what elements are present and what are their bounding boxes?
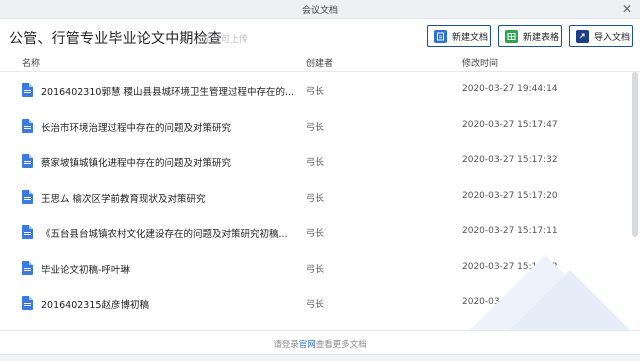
table-header: 名称 创建者 修改时间 <box>0 52 640 72</box>
document-icon <box>22 83 33 97</box>
column-creator-header[interactable]: 创建者 <box>306 56 333 69</box>
file-row[interactable]: 蔡家坡镇城镇化进程中存在的问题及对策研究 弓长 2020-03-27 15:17… <box>0 144 640 180</box>
window-titlebar: 会议文档 ✕ <box>0 0 640 19</box>
file-modified-time: 2020-03-27 15:17:11 <box>462 226 558 236</box>
file-name[interactable]: 2016402310郭慧 稷山县县城环境卫生管理过程中存在的... <box>41 84 294 98</box>
file-modified-time: 2020-03-27 15:16:43 <box>462 297 558 307</box>
scrollbar-thumb[interactable] <box>632 72 638 237</box>
import-icon <box>576 29 589 43</box>
document-icon <box>22 225 33 239</box>
new-document-button[interactable]: 新建文档 <box>427 25 491 47</box>
file-modified-time: 2020-03-27 15:16:52 <box>462 261 558 272</box>
file-creator: 弓长 <box>306 87 325 97</box>
file-list: 2016402310郭慧 稷山县县城环境卫生管理过程中存在的... 弓长 202… <box>0 73 640 322</box>
import-document-button[interactable]: 导入文档 <box>569 25 633 47</box>
new-document-icon <box>434 29 447 43</box>
file-creator: 弓长 <box>306 158 325 168</box>
new-document-label: 新建文档 <box>452 32 489 43</box>
file-creator: 弓长 <box>306 300 325 310</box>
file-row[interactable]: 2016402315赵彦博初稿 弓长 2020-03-27 15:16:43 <box>0 286 640 322</box>
login-prompt: 请登录官网查看更多文档 <box>0 330 640 354</box>
file-row[interactable]: 王思ム 榆次区学前教育现状及对策研究 弓长 2020-03-27 15:17:2… <box>0 180 640 216</box>
file-creator: 弓长 <box>306 193 325 204</box>
document-icon <box>22 154 33 168</box>
file-row[interactable]: 《五台县台城镇农村文化建设存在的问题及对策研究初稿... 弓长 2020-03-… <box>0 215 640 251</box>
new-spreadsheet-icon <box>505 29 518 43</box>
file-name[interactable]: 毕业论文初稿-呼叶琳 <box>41 262 130 276</box>
file-modified-time: 2020-03-27 15:17:20 <box>462 190 558 201</box>
file-name[interactable]: 长治市环境治理过程中存在的问题及对策研究 <box>41 120 231 134</box>
file-name[interactable]: 2016402315赵彦博初稿 <box>41 297 149 311</box>
file-name[interactable]: 蔡家坡镇城镇化进程中存在的问题及对策研究 <box>41 155 231 169</box>
official-site-link[interactable]: 官网 <box>299 340 316 350</box>
document-icon <box>22 260 33 275</box>
document-icon <box>22 118 33 133</box>
close-icon[interactable]: ✕ <box>622 1 632 17</box>
file-name[interactable]: 王思ム 榆次区学前教育现状及对策研究 <box>41 191 206 205</box>
file-creator: 弓长 <box>306 264 325 275</box>
column-name-header[interactable]: 名称 <box>22 56 40 69</box>
file-name[interactable]: 《五台县台城镇农村文化建设存在的问题及对策研究初稿... <box>41 226 288 240</box>
upload-permission-hint: 全员可上传 <box>203 35 249 45</box>
column-modified-header[interactable]: 修改时间 <box>462 56 498 69</box>
file-modified-time: 2020-03-27 15:17:32 <box>462 155 558 165</box>
bottom-edge <box>0 354 640 361</box>
document-icon <box>22 189 33 204</box>
file-row[interactable]: 毕业论文初稿-呼叶琳 弓长 2020-03-27 15:16:52 <box>0 251 640 287</box>
document-icon <box>22 296 33 310</box>
file-modified-time: 2020-03-27 19:44:14 <box>462 84 558 94</box>
file-creator: 弓长 <box>306 229 325 239</box>
file-creator: 弓长 <box>306 122 325 133</box>
import-document-label: 导入文档 <box>594 32 631 43</box>
new-spreadsheet-button[interactable]: 新建表格 <box>498 25 562 47</box>
file-row[interactable]: 长治市环境治理过程中存在的问题及对策研究 弓长 2020-03-27 15:17… <box>0 109 640 145</box>
login-prompt-suffix: 查看更多文档 <box>315 340 367 350</box>
file-row[interactable]: 2016402310郭慧 稷山县县城环境卫生管理过程中存在的... 弓长 202… <box>0 73 640 109</box>
new-spreadsheet-label: 新建表格 <box>523 32 560 43</box>
login-prompt-prefix: 请登录 <box>273 340 299 350</box>
page-title: 公管、行管专业毕业论文中期检查 <box>9 31 222 47</box>
file-modified-time: 2020-03-27 15:17:47 <box>462 119 558 130</box>
window-title: 会议文档 <box>301 6 338 16</box>
